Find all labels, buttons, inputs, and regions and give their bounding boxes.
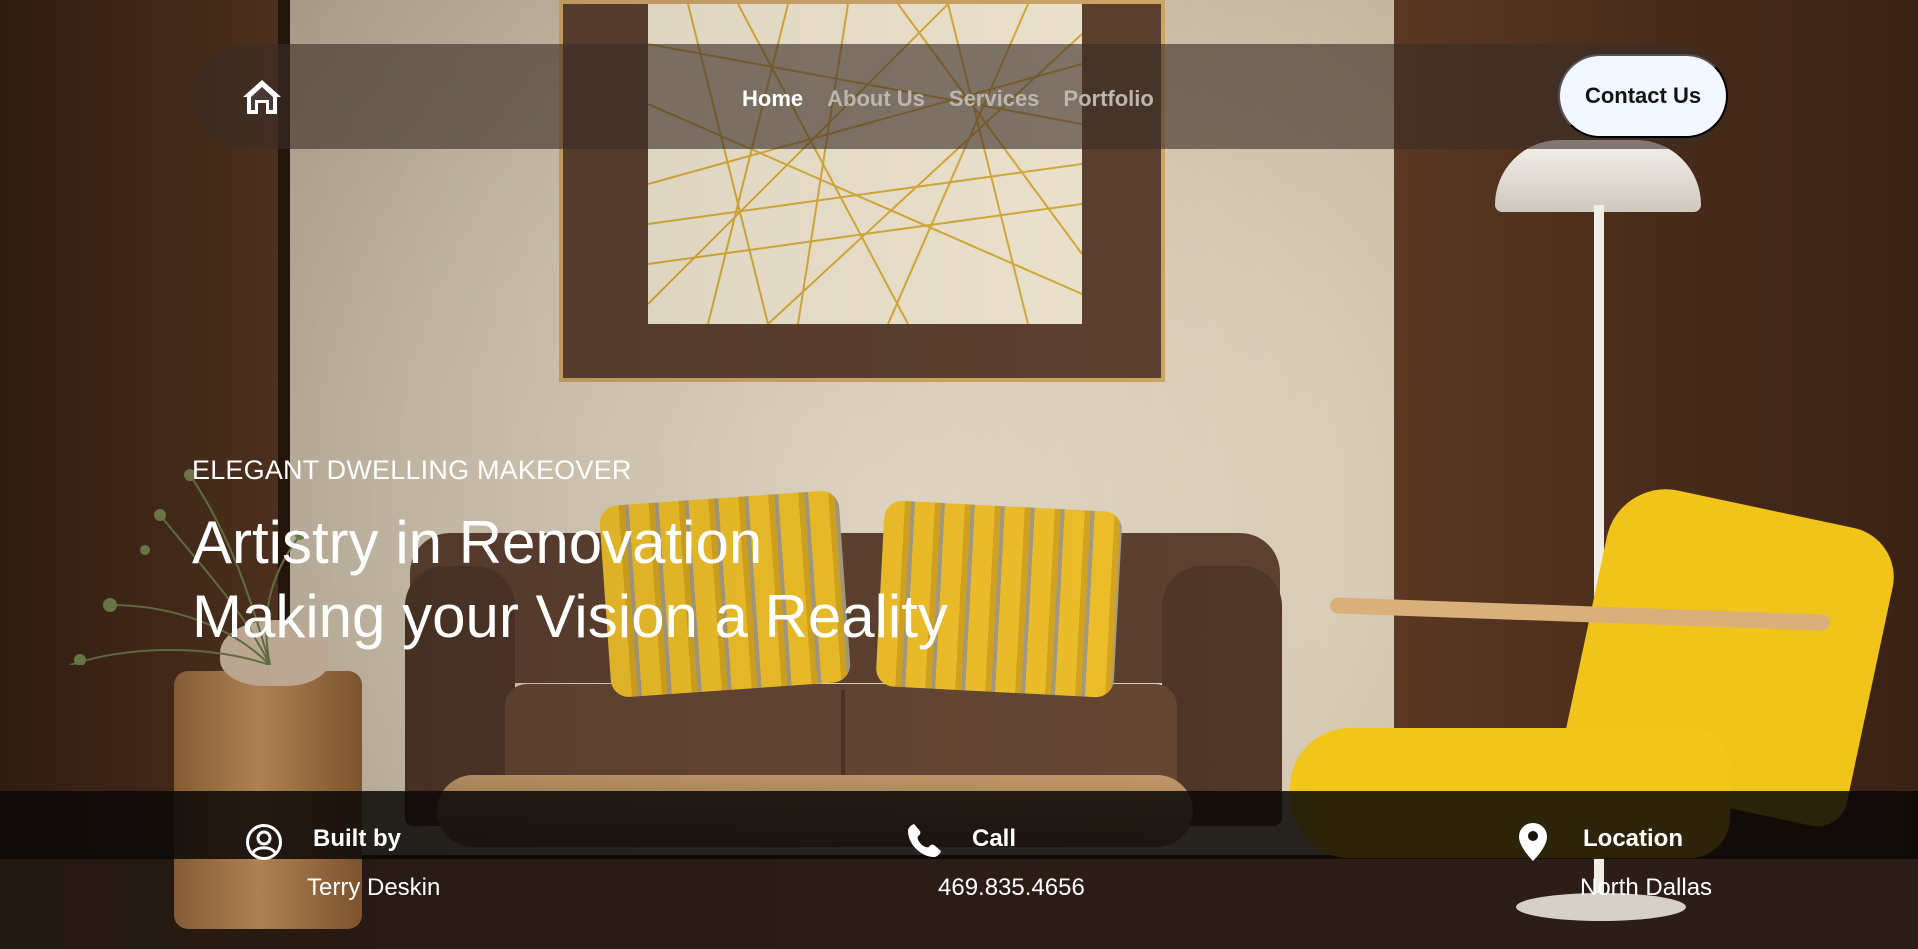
nav-link-home[interactable]: Home: [742, 84, 803, 114]
hero-headline-line-1: Artistry in Renovation: [192, 509, 763, 576]
nav-link-portfolio[interactable]: Portfolio: [1063, 84, 1153, 114]
phone-number[interactable]: 469.835.4656: [938, 874, 1085, 902]
hero-headline-line-2: Making your Vision a Reality: [192, 583, 948, 650]
call-title: Call: [972, 825, 1017, 852]
nav-link-services[interactable]: Services: [949, 84, 1040, 114]
location-value: North Dallas: [1580, 874, 1713, 901]
built-by-title: Built by: [313, 825, 401, 852]
map-pin-icon: [1519, 823, 1547, 861]
nav-links: Home About Us Services Portfolio: [742, 84, 1154, 114]
user-circle-icon: [246, 824, 282, 860]
hero-headline: Artistry in Renovation Making your Visio…: [192, 506, 948, 654]
location-title: Location: [1583, 825, 1683, 852]
contact-us-button[interactable]: Contact Us: [1558, 54, 1728, 138]
built-by-value: Terry Deskin: [307, 874, 441, 901]
hero-eyebrow: ELEGANT DWELLING MAKEOVER: [192, 455, 632, 485]
phone-icon[interactable]: [905, 822, 943, 860]
nav-link-about-us[interactable]: About Us: [827, 84, 925, 114]
home-icon[interactable]: [241, 78, 283, 116]
